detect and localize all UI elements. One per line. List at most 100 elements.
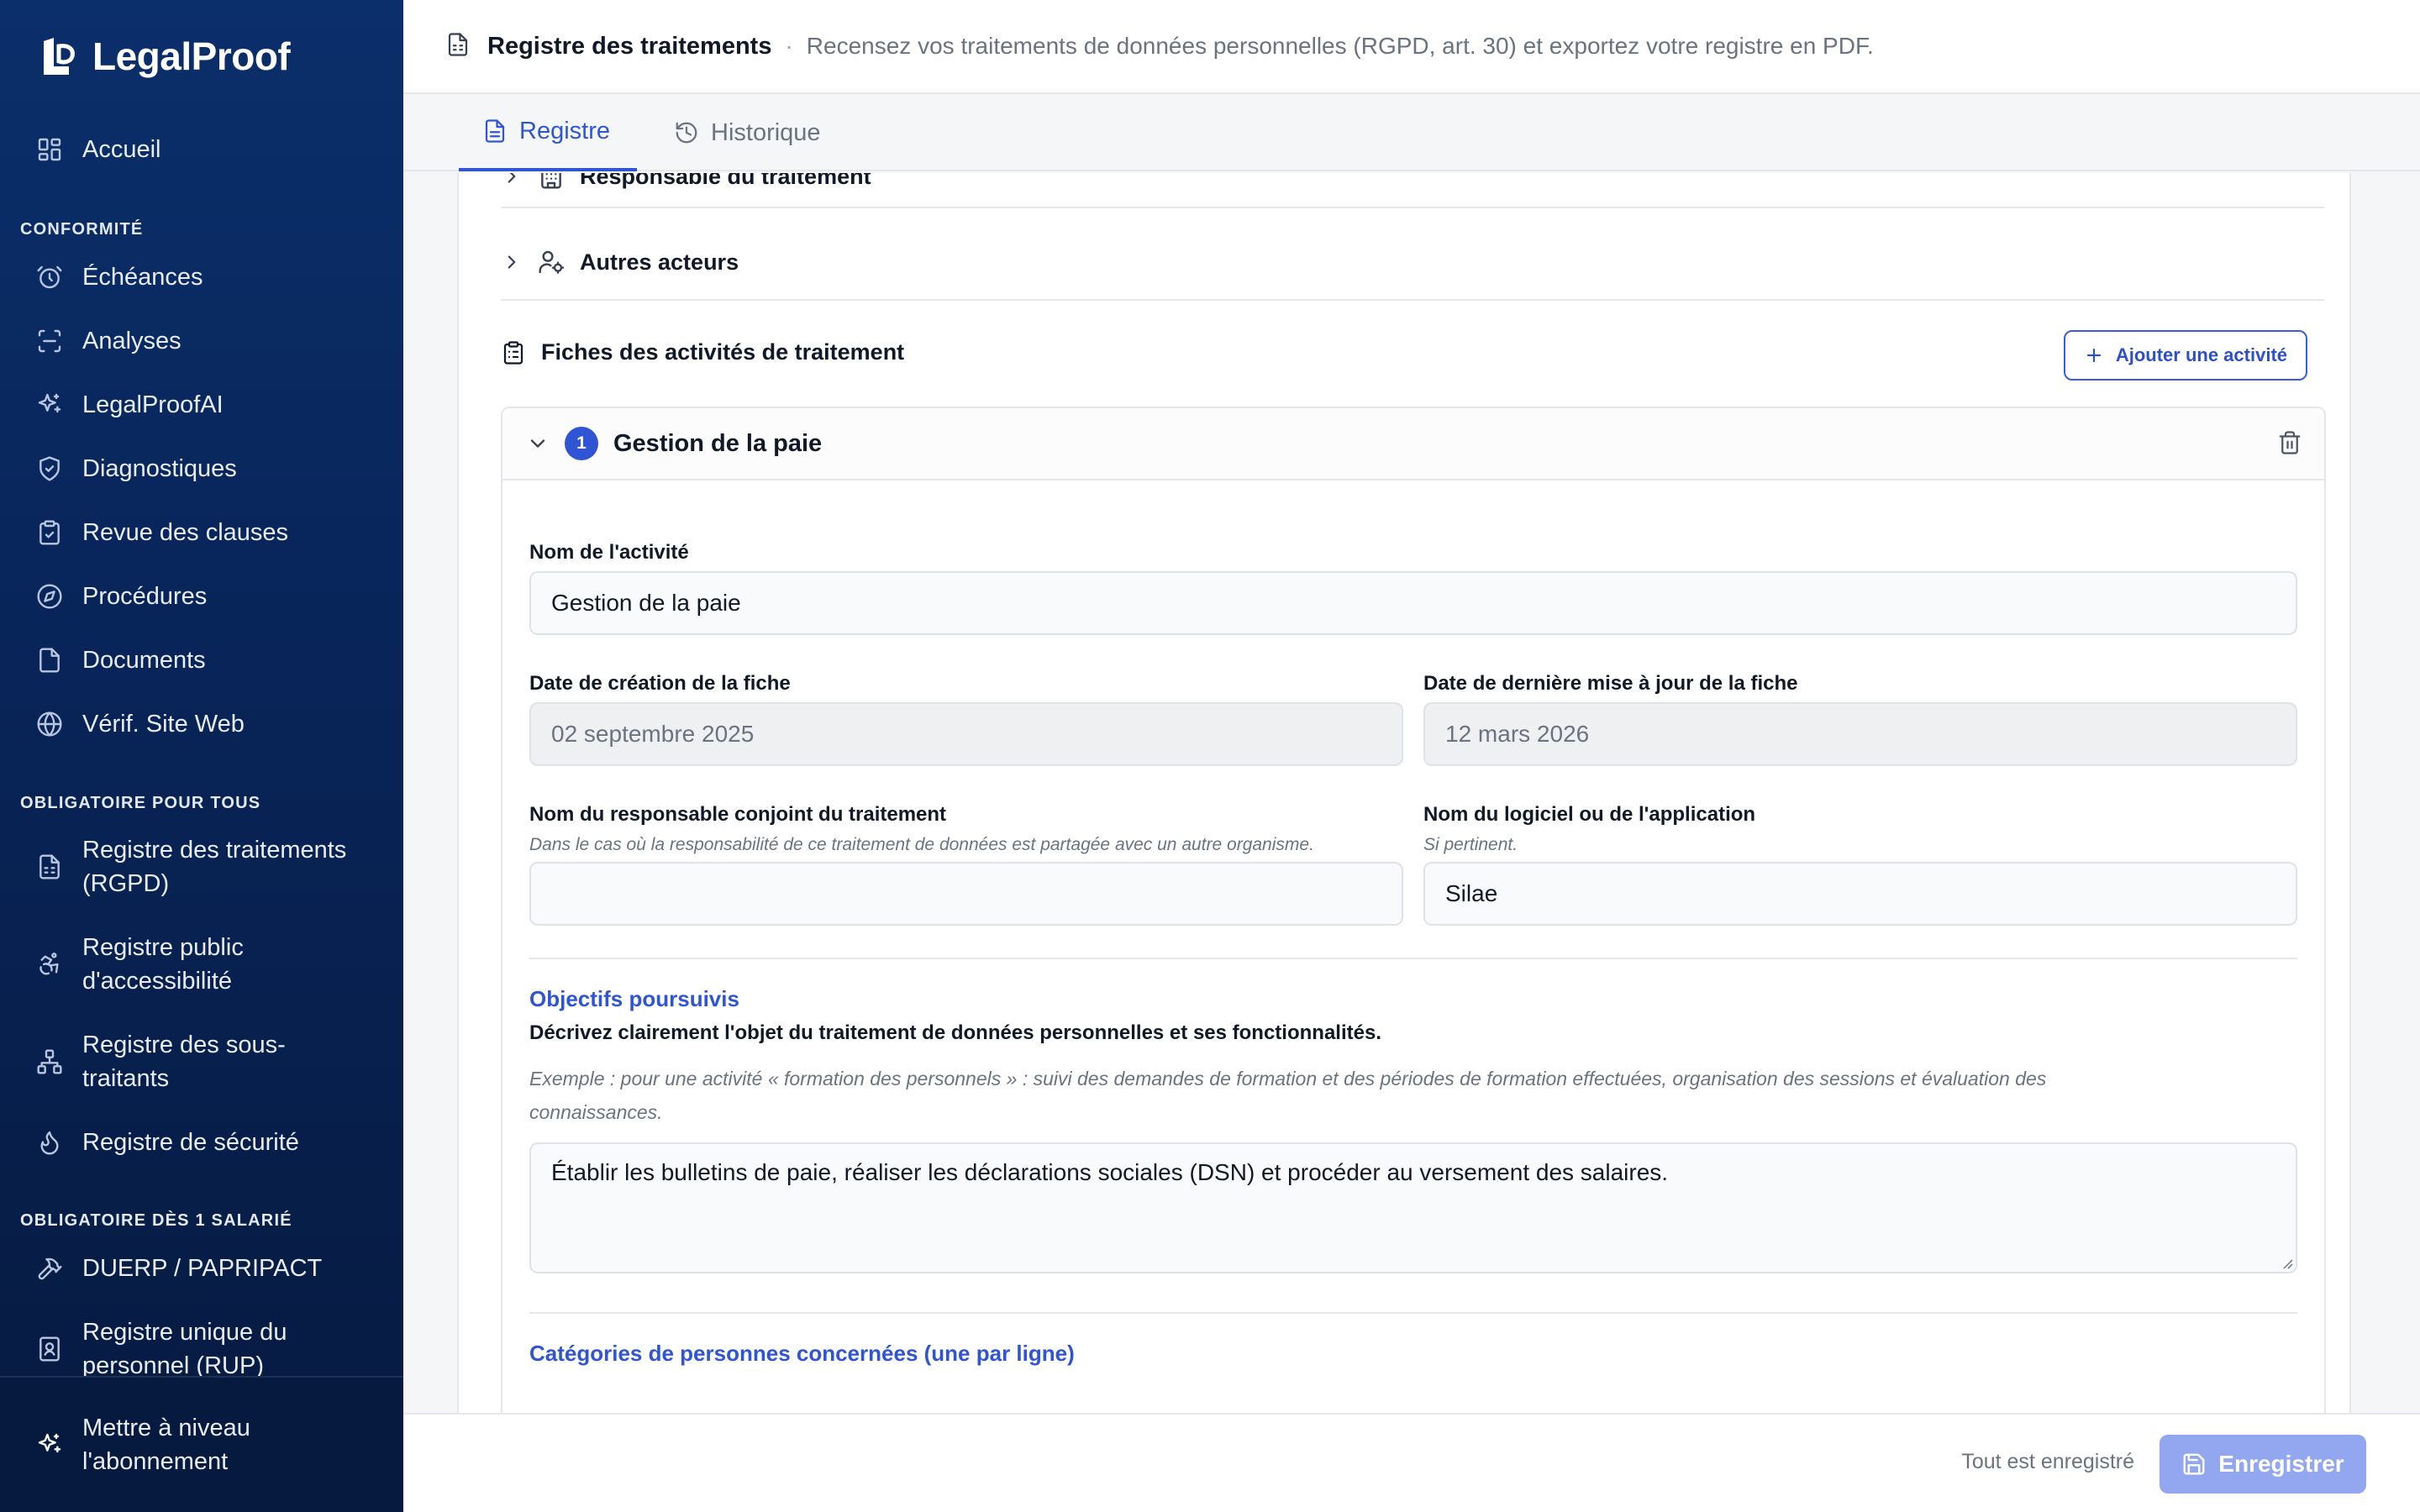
alarm-clock-icon [35, 263, 64, 291]
sidebar-item-label: Registre de sécurité [82, 1129, 299, 1156]
update-date-label: Date de dernière mise à jour de la fiche [1423, 672, 1798, 695]
divider [529, 958, 2297, 959]
categories-title: Catégories de personnes concernées (une … [529, 1341, 1075, 1366]
activity-number-badge: 1 [565, 427, 598, 460]
sidebar-item-registre-sous-traitants[interactable]: Registre des sous-traitants [35, 1028, 286, 1095]
sparkles-icon [35, 391, 64, 419]
sidebar-item-procedures[interactable]: Procédures [35, 580, 207, 613]
sidebar-item-revue-des-clauses[interactable]: Revue des clauses [35, 516, 288, 549]
resize-handle-icon[interactable] [2281, 1257, 2294, 1270]
activities-section-title: Fiches des activités de traitement [501, 339, 904, 365]
activity-title: Gestion de la paie [613, 429, 823, 457]
section-title-text: Fiches des activités de traitement [541, 339, 905, 365]
flame-icon [35, 1128, 64, 1157]
history-icon [676, 122, 697, 144]
save-icon [2183, 1453, 2205, 1475]
sidebar-item-label: Procédures [82, 583, 208, 610]
save-bar: Tout est enregistré Enregistrer [403, 1413, 2420, 1512]
sidebar-item-registre-des-traitements[interactable]: Registre des traitements (RGPD) [35, 833, 346, 900]
tab-historique[interactable]: Historique [674, 94, 821, 171]
app-name: LegalProof [92, 34, 291, 78]
clipboard-check-icon [35, 518, 64, 547]
sidebar-item-label: Analyses [82, 328, 182, 354]
sidebar-item-label: Registre unique du personnel (RUP) [82, 1319, 287, 1379]
tab-bar: Registre Historique [403, 94, 2420, 171]
chevron-down-icon[interactable] [526, 432, 550, 455]
objectives-example: Exemple : pour une activité « formation … [529, 1068, 2047, 1123]
file-icon [35, 646, 64, 675]
sidebar: LegalProof Accueil CONFORMITÉ Échéances … [0, 0, 403, 1512]
tab-registre[interactable]: Registre [459, 94, 637, 171]
building-icon [541, 173, 561, 189]
globe-icon [35, 710, 64, 738]
sidebar-item-label: Accueil [82, 136, 161, 163]
sidebar-item-registre-unique-personnel[interactable]: Registre unique du personnel (RUP) [35, 1315, 287, 1383]
file-text-icon [485, 119, 505, 143]
accordion-autres-acteurs[interactable]: Autres acteurs [501, 249, 739, 276]
sidebar-item-label: Registre des traitements (RGPD) [82, 837, 347, 897]
register-card: Responsable du traitement Autres acteurs… [457, 173, 2351, 1413]
file-text-icon [35, 853, 64, 881]
dashboard-icon [35, 135, 64, 164]
save-button-label: Enregistrer [2218, 1451, 2344, 1477]
sidebar-item-label: Échéances [82, 264, 203, 291]
software-label: Nom du logiciel ou de l'application [1423, 803, 1756, 826]
sidebar-item-diagnostiques[interactable]: Diagnostiques [35, 452, 237, 486]
hammer-icon [35, 1254, 64, 1283]
sparkles-icon [35, 1431, 64, 1459]
save-status: Tout est enregistré [1961, 1450, 2134, 1473]
accordion-responsable[interactable]: Responsable du traitement [501, 173, 871, 190]
page-subtitle: Recensez vos traitements de données pers… [806, 33, 1874, 59]
save-button[interactable]: Enregistrer [2160, 1435, 2366, 1494]
divider [501, 299, 2324, 301]
upgrade-subscription-link[interactable]: Mettre à niveau l'abonnement [35, 1411, 250, 1478]
objectives-textarea[interactable]: Établir les bulletins de paie, réaliser … [529, 1142, 2297, 1273]
sidebar-section-obligatoire-pour-tous: OBLIGATOIRE POUR TOUS [20, 794, 261, 812]
add-activity-button[interactable]: Ajouter une activité [2063, 330, 2307, 381]
file-text-icon [445, 32, 471, 61]
accessibility-icon [35, 950, 64, 979]
sidebar-item-label: Registre public d'accessibilité [82, 934, 244, 995]
sidebar-item-documents[interactable]: Documents [35, 643, 206, 677]
plus-icon [2086, 348, 2101, 363]
chevron-right-icon [508, 173, 516, 183]
page-title: Registre des traitements [487, 32, 772, 60]
activity-name-input[interactable]: Gestion de la paie [529, 571, 2297, 635]
sidebar-item-registre-public-accessibilite[interactable]: Registre public d'accessibilité [35, 931, 244, 998]
accordion-title: Autres acteurs [580, 249, 739, 275]
sidebar-item-label: Revue des clauses [82, 519, 289, 546]
sidebar-item-label: Documents [82, 647, 206, 674]
scan-icon [35, 327, 64, 355]
sidebar-item-registre-de-securite[interactable]: Registre de sécurité [35, 1126, 299, 1159]
sidebar-item-legalproofai[interactable]: LegalProofAI [35, 388, 224, 422]
divider [529, 1312, 2297, 1314]
sidebar-item-accueil[interactable]: Accueil [35, 133, 161, 166]
activity-header[interactable]: 1 Gestion de la paie [502, 408, 2324, 480]
sidebar-item-label: DUERP / PAPRIPACT [82, 1255, 323, 1282]
sidebar-item-verif-site-web[interactable]: Vérif. Site Web [35, 707, 245, 741]
user-cog-icon [539, 250, 565, 274]
sidebar-section-obligatoire-des-1-salarie: OBLIGATOIRE DÈS 1 SALARIÉ [20, 1211, 292, 1230]
upgrade-label: Mettre à niveau l'abonnement [82, 1415, 250, 1475]
trash-icon[interactable] [2277, 430, 2302, 459]
joint-controller-hint: Dans le cas où la responsabilité de ce t… [529, 835, 1314, 854]
sidebar-item-label: Vérif. Site Web [82, 711, 245, 738]
sidebar-item-echeances[interactable]: Échéances [35, 260, 203, 294]
add-activity-label: Ajouter une activité [2115, 344, 2287, 365]
divider [501, 207, 2324, 208]
sidebar-item-duerp[interactable]: DUERP / PAPRIPACT [35, 1252, 322, 1285]
legalproof-logo-icon [44, 38, 75, 75]
sidebar-item-label: LegalProofAI [82, 391, 224, 418]
joint-controller-input[interactable] [529, 862, 1403, 926]
objectives-title: Objectifs poursuivis [529, 986, 739, 1011]
sidebar-footer: Mettre à niveau l'abonnement [0, 1376, 403, 1512]
sidebar-item-analyses[interactable]: Analyses [35, 324, 182, 358]
sidebar-item-label: Registre des sous-traitants [82, 1032, 286, 1092]
sidebar-item-label: Diagnostiques [82, 455, 237, 482]
main-content: Responsable du traitement Autres acteurs… [403, 173, 2420, 1413]
app-logo[interactable]: LegalProof [35, 34, 291, 79]
joint-controller-label: Nom du responsable conjoint du traitemen… [529, 803, 947, 826]
creation-date-label: Date de création de la fiche [529, 672, 791, 695]
software-input[interactable]: Silae [1423, 862, 2297, 926]
activity-card: 1 Gestion de la paie Nom de l'activité G… [501, 407, 2326, 1413]
